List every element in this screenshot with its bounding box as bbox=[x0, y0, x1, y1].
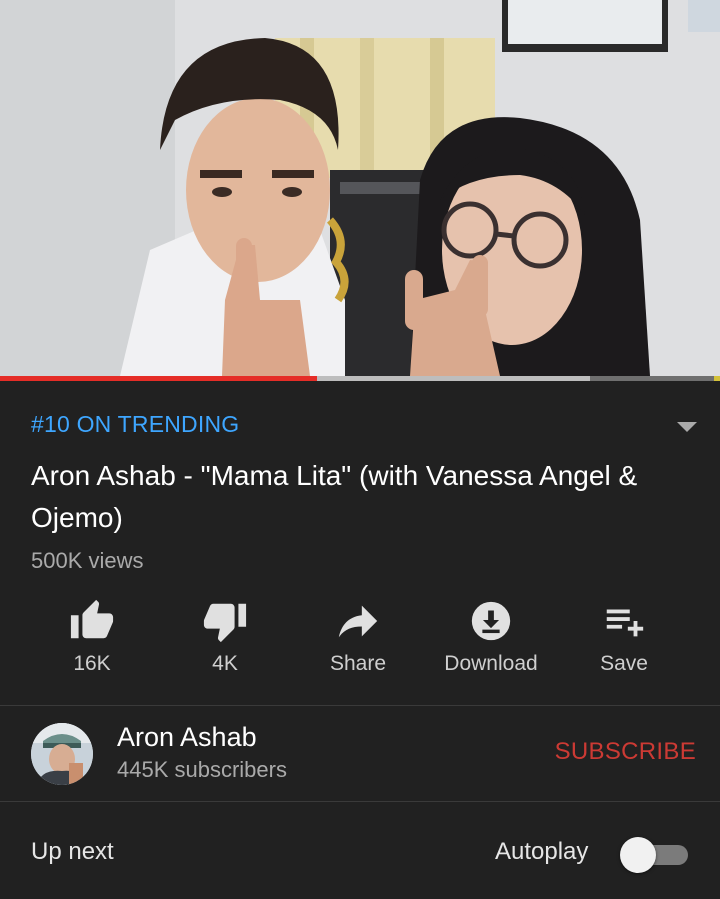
share-button[interactable]: Share bbox=[292, 596, 424, 686]
channel-avatar[interactable] bbox=[31, 723, 93, 785]
like-count: 16K bbox=[73, 652, 111, 675]
subscribe-button[interactable]: SUBSCRIBE bbox=[555, 738, 696, 766]
video-player[interactable] bbox=[0, 0, 720, 376]
ad-marker bbox=[714, 376, 720, 381]
save-label: Save bbox=[600, 652, 648, 675]
playlist-add-icon bbox=[606, 609, 644, 637]
video-progress-bar[interactable] bbox=[0, 376, 720, 381]
played-bar bbox=[0, 376, 317, 381]
autoplay-toggle[interactable] bbox=[620, 837, 692, 873]
share-icon bbox=[338, 605, 378, 638]
save-button[interactable]: Save bbox=[558, 596, 690, 686]
dislike-count: 4K bbox=[212, 652, 238, 675]
video-thumbnail bbox=[0, 0, 720, 376]
trending-label[interactable]: #10 ON TRENDING bbox=[31, 411, 239, 438]
like-icon bbox=[70, 599, 114, 639]
download-icon bbox=[471, 601, 511, 641]
video-title: Aron Ashab - "Mama Lita" (with Vanessa A… bbox=[31, 460, 638, 533]
like-button[interactable]: 16K bbox=[26, 596, 158, 686]
dislike-button[interactable]: 4K bbox=[159, 596, 291, 686]
action-bar: 16K 4K Share Download Save bbox=[26, 596, 690, 686]
chevron-down-icon[interactable] bbox=[676, 420, 698, 434]
share-label: Share bbox=[329, 652, 387, 675]
channel-name[interactable]: Aron Ashab bbox=[117, 722, 257, 753]
view-count: 500K views bbox=[31, 548, 144, 573]
download-button[interactable]: Download bbox=[425, 596, 557, 686]
divider bbox=[0, 705, 720, 706]
up-next-label: Up next bbox=[31, 838, 114, 865]
toggle-knob bbox=[620, 837, 656, 873]
dislike-icon bbox=[203, 603, 247, 643]
divider bbox=[0, 801, 720, 802]
avatar-image bbox=[31, 723, 93, 785]
autoplay-label: Autoplay bbox=[495, 838, 589, 865]
download-label: Download bbox=[444, 652, 538, 675]
subscriber-count: 445K subscribers bbox=[117, 757, 287, 782]
